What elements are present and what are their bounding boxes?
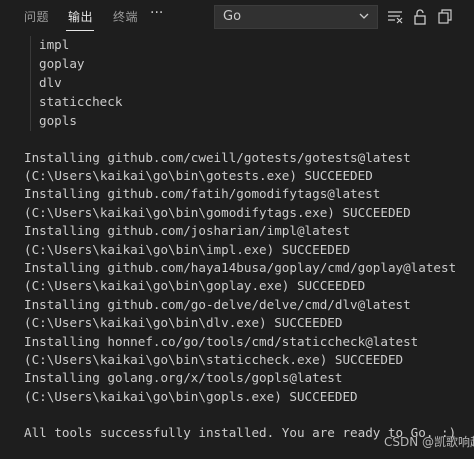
output-channel-select[interactable]: Go — [214, 5, 378, 29]
tool-item: dlv — [39, 75, 62, 90]
tool-item: staticcheck — [39, 94, 123, 109]
tool-item: gopls — [39, 113, 77, 128]
log-line: Installing github.com/haya14busa/goplay/… — [24, 260, 457, 275]
log-line: Installing honnef.co/go/tools/cmd/static… — [24, 334, 419, 349]
output-channel-value: Go — [223, 9, 242, 24]
log-line: (C:\Users\kaikai\go\bin\impl.exe) SUCCEE… — [24, 242, 351, 257]
log-line: Installing github.com/cweill/gotests/got… — [24, 150, 411, 165]
log-line: (C:\Users\kaikai\go\bin\gopls.exe) SUCCE… — [24, 389, 358, 404]
more-actions-button[interactable]: ··· — [150, 5, 163, 21]
log-line: (C:\Users\kaikai\go\bin\goplay.exe) SUCC… — [24, 278, 366, 293]
log-line: Installing golang.org/x/tools/gopls@late… — [24, 370, 343, 385]
copy-icon[interactable] — [436, 8, 454, 26]
log-line: (C:\Users\kaikai\go\bin\gotests.exe) SUC… — [24, 168, 373, 183]
log-line: Installing github.com/go-delve/delve/cmd… — [24, 297, 411, 312]
panel-header: 问题 输出 终端 ··· Go — [0, 0, 474, 36]
watermark-text: CSDN @凯歌响起 — [384, 435, 474, 449]
tab-problems[interactable]: 问题 — [24, 8, 49, 25]
log-line: (C:\Users\kaikai\go\bin\gomodifytags.exe… — [24, 205, 411, 220]
log-line: Installing github.com/josharian/impl@lat… — [24, 223, 351, 238]
active-tab-indicator — [66, 30, 94, 31]
output-panel[interactable]: impl goplay dlv staticcheck gopls Instal… — [0, 36, 474, 459]
log-line: (C:\Users\kaikai\go\bin\staticcheck.exe)… — [24, 352, 404, 367]
tab-terminal[interactable]: 终端 — [113, 8, 138, 25]
tab-output[interactable]: 输出 — [68, 8, 93, 25]
lock-icon[interactable] — [411, 8, 429, 26]
filter-lines-icon[interactable] — [386, 8, 404, 26]
tool-item: goplay — [39, 56, 85, 71]
log-line: (C:\Users\kaikai\go\bin\dlv.exe) SUCCEED… — [24, 315, 343, 330]
log-line: Installing github.com/fatih/gomodifytags… — [24, 186, 381, 201]
tree-guide-line — [30, 36, 31, 131]
tool-item: impl — [39, 37, 70, 52]
chevron-down-icon — [359, 13, 369, 19]
